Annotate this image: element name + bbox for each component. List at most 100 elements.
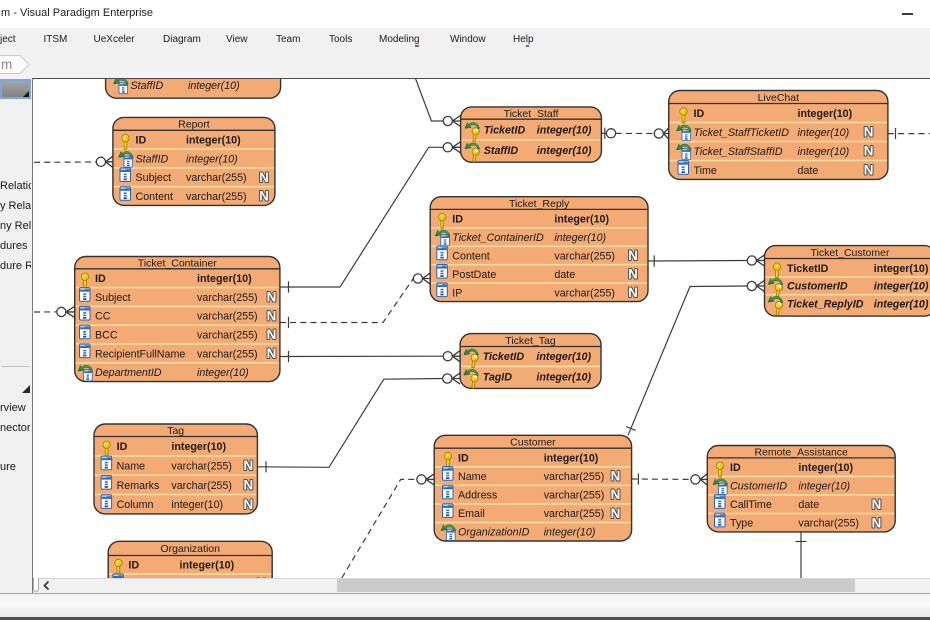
svg-text:integer(10): integer(10) <box>188 80 240 92</box>
svg-text:integer(10): integer(10) <box>197 367 249 379</box>
svg-text:date: date <box>554 269 575 281</box>
svg-text:N: N <box>243 478 253 493</box>
svg-text:N: N <box>243 458 253 473</box>
svg-text:N: N <box>611 469 621 484</box>
svg-text:N: N <box>864 163 874 178</box>
svg-text:integer(10): integer(10) <box>554 232 606 244</box>
svg-text:varchar(255): varchar(255) <box>186 172 247 184</box>
svg-text:N: N <box>628 248 638 263</box>
svg-text:integer(10): integer(10) <box>186 135 241 147</box>
svg-text:integer(10): integer(10) <box>180 559 235 571</box>
svg-text:Report: Report <box>178 119 210 131</box>
svg-text:integer(10): integer(10) <box>186 153 238 165</box>
svg-text:varchar(255): varchar(255) <box>171 480 232 492</box>
svg-text:integer(10): integer(10) <box>798 462 853 474</box>
svg-text:N: N <box>611 506 621 521</box>
svg-text:Customer: Customer <box>510 437 556 449</box>
svg-text:Tag: Tag <box>167 425 184 437</box>
svg-text:Ticket_Customer: Ticket_Customer <box>811 247 890 259</box>
svg-text:Name: Name <box>117 460 146 472</box>
svg-text:Address: Address <box>458 490 497 502</box>
svg-text:Remarks: Remarks <box>117 480 160 492</box>
svg-text:N: N <box>872 497 882 512</box>
svg-text:Ticket_Reply: Ticket_Reply <box>509 198 570 210</box>
svg-text:N: N <box>259 170 269 185</box>
svg-text:N: N <box>267 346 277 361</box>
svg-text:OrganizationID: OrganizationID <box>458 527 530 539</box>
svg-text:integer(10): integer(10) <box>537 125 592 137</box>
svg-text:integer(10): integer(10) <box>171 441 226 453</box>
svg-text:CustomerID: CustomerID <box>730 481 787 493</box>
svg-text:Ticket_Tag: Ticket_Tag <box>505 335 556 347</box>
svg-text:BCC: BCC <box>95 330 118 342</box>
svg-text:ID: ID <box>136 135 147 147</box>
svg-text:date: date <box>798 165 819 177</box>
svg-text:Type: Type <box>730 518 753 530</box>
svg-text:integer(10): integer(10) <box>874 299 929 311</box>
svg-text:varchar(255): varchar(255) <box>171 460 232 472</box>
svg-text:N: N <box>872 515 882 530</box>
svg-text:DepartmentID: DepartmentID <box>95 367 162 379</box>
svg-text:ID: ID <box>452 214 463 226</box>
svg-text:Organization: Organization <box>160 543 220 555</box>
svg-text:N: N <box>864 144 874 159</box>
svg-text:Name: Name <box>458 471 487 483</box>
svg-text:N: N <box>267 327 277 342</box>
svg-text:N: N <box>259 189 269 204</box>
svg-text:StaffID: StaffID <box>136 153 169 165</box>
svg-text:N: N <box>243 497 253 512</box>
svg-text:varchar(255): varchar(255) <box>197 311 258 323</box>
svg-text:TicketID: TicketID <box>787 263 829 275</box>
svg-text:integer(10): integer(10) <box>197 273 252 285</box>
svg-text:N: N <box>611 487 621 502</box>
svg-text:PostDate: PostDate <box>452 269 496 281</box>
svg-text:integer(10): integer(10) <box>798 127 850 139</box>
svg-text:Subject: Subject <box>136 172 172 184</box>
svg-text:integer(10): integer(10) <box>554 214 609 226</box>
svg-text:RecipientFullName: RecipientFullName <box>95 348 185 360</box>
svg-text:integer(10): integer(10) <box>171 499 223 511</box>
svg-text:integer(10): integer(10) <box>536 372 591 384</box>
svg-text:integer(10): integer(10) <box>874 263 929 275</box>
svg-text:integer(10): integer(10) <box>544 452 599 464</box>
svg-text:StaffID: StaffID <box>484 145 519 157</box>
svg-text:varchar(255): varchar(255) <box>544 490 605 502</box>
svg-text:LiveChat: LiveChat <box>758 92 800 104</box>
svg-text:date: date <box>798 499 819 511</box>
svg-text:ID: ID <box>128 559 139 571</box>
svg-text:varchar(255): varchar(255) <box>544 508 605 520</box>
svg-text:CC: CC <box>95 311 111 323</box>
svg-text:integer(10): integer(10) <box>544 527 596 539</box>
svg-text:CustomerID: CustomerID <box>787 281 848 293</box>
svg-text:N: N <box>267 290 277 305</box>
svg-text:varchar(255): varchar(255) <box>197 292 258 304</box>
svg-text:ID: ID <box>117 441 128 453</box>
svg-text:ID: ID <box>694 108 705 120</box>
svg-text:Column: Column <box>117 499 154 511</box>
svg-text:Time: Time <box>694 165 717 177</box>
svg-text:Ticket_Container: Ticket_Container <box>138 257 217 269</box>
svg-text:ID: ID <box>95 273 106 285</box>
svg-text:integer(10): integer(10) <box>537 145 592 157</box>
svg-text:CallTime: CallTime <box>730 499 772 511</box>
svg-text:Ticket_StaffTicketID: Ticket_StaffTicketID <box>694 127 790 139</box>
svg-text:TicketID: TicketID <box>483 351 525 363</box>
svg-text:varchar(255): varchar(255) <box>544 471 605 483</box>
svg-text:TicketID: TicketID <box>484 125 526 137</box>
svg-text:Remote_Assistance: Remote_Assistance <box>755 447 849 459</box>
svg-text:Content: Content <box>452 250 489 262</box>
svg-text:Content: Content <box>136 191 173 203</box>
svg-text:varchar(255): varchar(255) <box>798 518 859 530</box>
svg-text:integer(10): integer(10) <box>874 281 929 293</box>
svg-text:varchar(255): varchar(255) <box>197 348 258 360</box>
svg-text:varchar(255): varchar(255) <box>197 330 258 342</box>
svg-text:varchar(255): varchar(255) <box>554 250 615 262</box>
svg-text:TagID: TagID <box>483 372 513 384</box>
svg-text:varchar(255): varchar(255) <box>554 287 615 299</box>
svg-text:integer(10): integer(10) <box>798 146 850 158</box>
svg-text:N: N <box>628 285 638 300</box>
svg-text:N: N <box>267 308 277 323</box>
svg-text:integer(10): integer(10) <box>798 108 853 120</box>
svg-text:integer(10): integer(10) <box>798 481 850 493</box>
svg-text:Ticket_StaffStaffID: Ticket_StaffStaffID <box>694 146 783 158</box>
